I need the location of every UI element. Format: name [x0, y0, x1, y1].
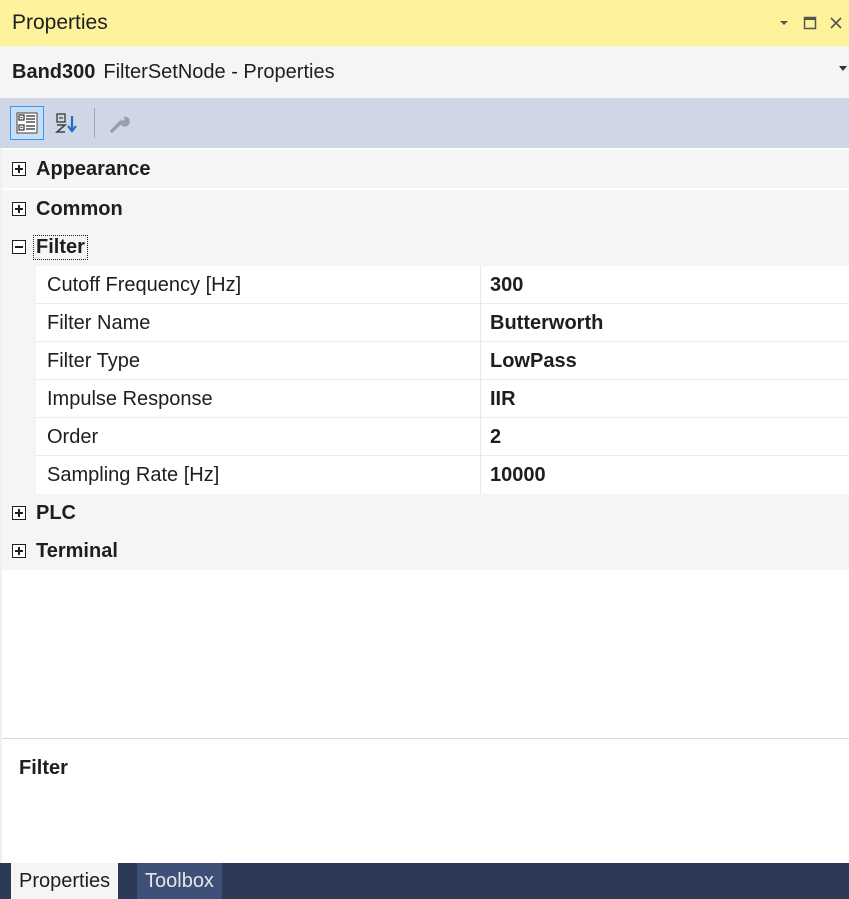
property-row[interactable]: Sampling Rate [Hz] 10000: [0, 456, 849, 494]
column-divider[interactable]: [480, 380, 481, 418]
chevron-down-icon[interactable]: [839, 66, 847, 71]
left-border: [0, 148, 2, 864]
row-gutter: [0, 456, 36, 494]
row-gutter: [0, 418, 36, 456]
column-divider[interactable]: [480, 266, 481, 304]
toolbar: [0, 98, 849, 148]
property-name: Order: [47, 426, 99, 448]
expand-icon[interactable]: [12, 202, 26, 216]
category-label: Filter: [33, 234, 88, 260]
category-row-plc[interactable]: PLC: [0, 494, 849, 532]
collapse-icon[interactable]: [12, 240, 26, 254]
expand-icon[interactable]: [12, 506, 26, 520]
property-name: Filter Name: [47, 312, 151, 334]
title-bar: Properties: [0, 0, 849, 46]
property-grid: Appearance Common Filter Cutoff Frequenc…: [0, 148, 849, 570]
property-row[interactable]: Filter Name Butterworth: [0, 304, 849, 342]
dropdown-icon[interactable]: [771, 8, 797, 38]
maximize-icon[interactable]: [797, 8, 823, 38]
row-gutter: [0, 304, 36, 342]
property-value[interactable]: 10000: [490, 456, 546, 494]
window-controls: [771, 0, 849, 46]
property-name: Sampling Rate [Hz]: [47, 464, 220, 486]
expand-icon[interactable]: [12, 162, 26, 176]
column-divider[interactable]: [480, 418, 481, 456]
category-row-terminal[interactable]: Terminal: [0, 532, 849, 570]
category-row-filter[interactable]: Filter: [0, 228, 849, 266]
description-pane: Filter: [0, 739, 849, 863]
row-gutter: [0, 266, 36, 304]
property-value[interactable]: 300: [490, 266, 523, 304]
alphabetical-button[interactable]: [50, 106, 84, 140]
category-label: Appearance: [36, 157, 151, 180]
grid-empty-area: [0, 570, 849, 738]
categorized-icon: [16, 112, 38, 134]
property-name: Cutoff Frequency [Hz]: [47, 274, 242, 296]
column-divider[interactable]: [480, 304, 481, 342]
category-label: Common: [36, 197, 123, 220]
category-label: PLC: [36, 501, 76, 524]
property-pages-icon: [110, 116, 130, 133]
close-icon[interactable]: [823, 8, 849, 38]
column-divider[interactable]: [480, 342, 481, 380]
expand-icon[interactable]: [12, 544, 26, 558]
toolbar-separator: [94, 108, 95, 138]
tab-properties[interactable]: Properties: [11, 863, 119, 899]
description-title: Filter: [19, 757, 68, 779]
category-row-appearance[interactable]: Appearance: [0, 150, 849, 188]
row-gutter: [0, 380, 36, 418]
alphabetical-icon: [55, 113, 77, 133]
property-row[interactable]: Impulse Response IIR: [0, 380, 849, 418]
category-label: Terminal: [36, 539, 118, 562]
column-divider[interactable]: [480, 456, 481, 494]
object-name: Band300: [12, 60, 96, 83]
property-row[interactable]: Filter Type LowPass: [0, 342, 849, 380]
row-gutter: [0, 342, 36, 380]
property-value[interactable]: 2: [490, 418, 501, 456]
object-selector[interactable]: Band300 FilterSetNode - Properties: [0, 46, 849, 98]
category-row-common[interactable]: Common: [0, 190, 849, 228]
object-type: FilterSetNode - Properties: [103, 60, 335, 83]
window-title: Properties: [12, 11, 108, 34]
property-value[interactable]: IIR: [490, 380, 516, 418]
property-value[interactable]: LowPass: [490, 342, 577, 380]
property-row[interactable]: Order 2: [0, 418, 849, 456]
property-name: Impulse Response: [47, 388, 213, 410]
categorized-button[interactable]: [10, 106, 44, 140]
property-name: Filter Type: [47, 350, 140, 372]
property-row[interactable]: Cutoff Frequency [Hz] 300: [0, 266, 849, 304]
tool-window-tabs: Properties Toolbox: [0, 863, 849, 899]
property-value[interactable]: Butterworth: [490, 304, 603, 342]
property-pages-button[interactable]: [103, 106, 137, 140]
tab-toolbox[interactable]: Toolbox: [137, 863, 222, 899]
